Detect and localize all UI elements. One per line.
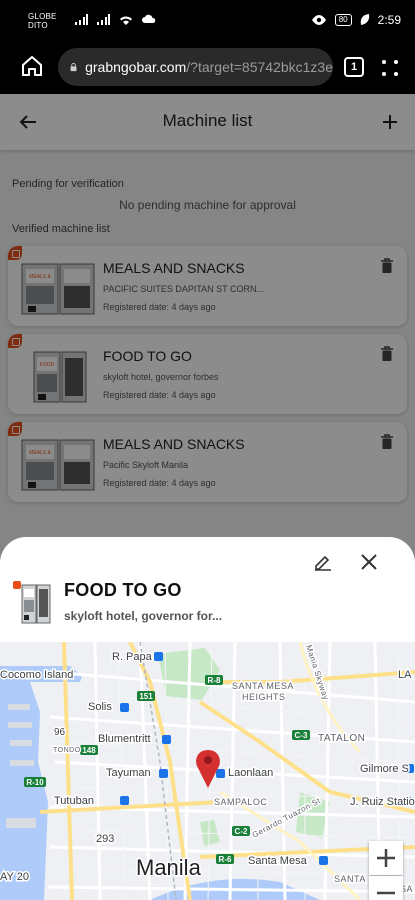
tab-switcher-button[interactable]: 1 [344,57,364,77]
url-path: /?target=85742bkc1z3e [186,59,333,75]
clock: 2:59 [377,13,401,27]
leaf-icon [360,14,369,25]
signal-icon [75,14,88,25]
map-label: 96 [54,727,66,738]
machine-detail-sheet: FOOD TO GO skyloft hotel, governor for..… [0,537,415,900]
map-label: Tutuban [54,795,94,807]
road-shield-151: 151 [139,692,153,701]
road-shield-c3: C-3 [295,731,308,740]
map-district-label: HEIGHTS [242,692,286,702]
zoom-out-button[interactable] [369,876,403,900]
road-shield-c2: C-2 [235,827,248,836]
app-screen: Machine list Pending for verification No… [0,94,415,900]
signal-icon [97,14,110,25]
road-shield-r10: R-10 [26,778,44,787]
map-city-label: Manila [136,855,202,880]
close-icon[interactable] [360,553,378,571]
vending-machine-thumbnail [21,584,51,624]
wifi-icon [120,16,132,25]
map-label: Gilmore S [360,763,409,775]
road-shield-r8: R-8 [208,676,221,685]
map-label: Cocomo Island [0,669,73,681]
carrier-label: GLOBE DITO [28,12,57,30]
map-label: Tayuman [106,767,151,779]
map-view[interactable]: R-8 R-10 R-6 C-2 C-3 151 148 Cocomo Isla… [0,642,415,900]
map-label: Laonlaan [228,767,273,779]
status-bar: GLOBE DITO 80 2:59 [0,0,415,40]
more-options-icon[interactable] [380,58,400,78]
map-label: Santa Mesa [248,855,308,867]
map-canvas[interactable]: R-8 R-10 R-6 C-2 C-3 151 148 Cocomo Isla… [0,642,415,900]
minus-icon [377,891,395,895]
zoom-in-button[interactable] [369,841,403,875]
sheet-machine-name: FOOD TO GO [64,580,182,600]
map-label: AY 20 [0,871,29,883]
battery-indicator: 80 [334,14,352,26]
plus-icon [377,849,395,867]
map-label: J. Ruiz Station [350,796,415,808]
map-district-label: SANTA [334,874,366,884]
lock-icon [70,63,77,72]
browser-toolbar: grabngobar.com/?target=85742bkc1z3e 1 [0,40,415,94]
sheet-machine-address: skyloft hotel, governor for... [64,609,223,623]
map-district-label: SANTA MESA [232,681,294,691]
map-label: Blumentritt [98,733,151,745]
road-shield-148: 148 [82,746,96,755]
map-district-label: SAMPALOC [214,797,267,807]
map-label: 293 [96,833,114,845]
url-host: grabngobar.com [85,59,187,75]
eye-icon [311,15,326,25]
map-label: LA [398,669,412,681]
edit-pencil-icon[interactable] [313,551,333,571]
map-district-label: TONDO [53,747,81,754]
url-bar[interactable]: grabngobar.com/?target=85742bkc1z3e [58,48,333,86]
map-label: Solis [88,701,112,713]
map-district-label: TATALON [318,733,365,744]
cloud-icon [142,14,156,23]
map-label: R. Papa [112,651,153,663]
road-shield-r6: R-6 [219,855,232,864]
home-icon[interactable] [20,54,44,78]
